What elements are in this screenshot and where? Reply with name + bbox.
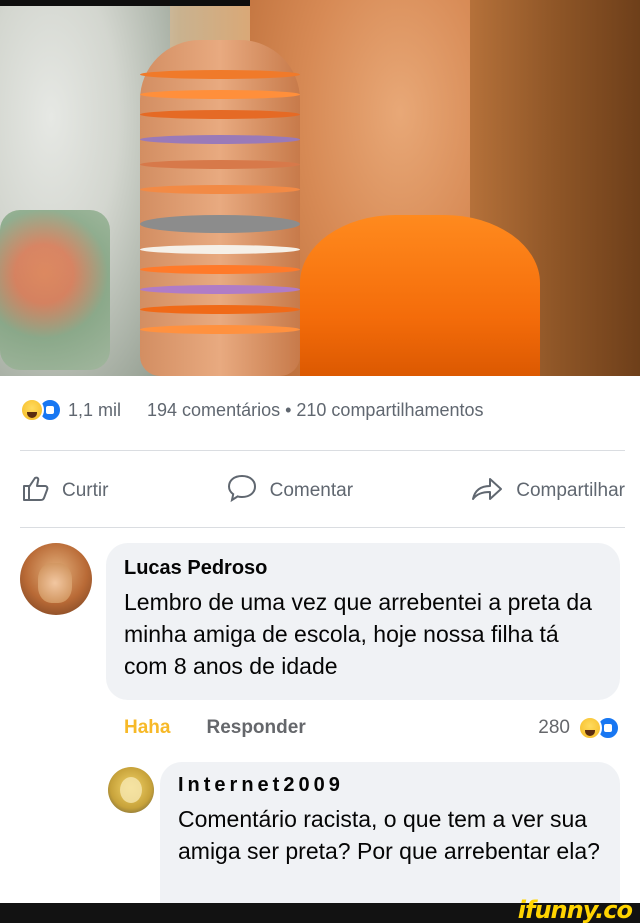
comment-reaction-count: 280 [538,717,570,738]
haha-icon [578,716,602,740]
haha-reaction-button[interactable]: Haha [124,717,170,739]
share-arrow-icon [470,473,504,509]
photo-orange-top [300,215,540,376]
comment-text: Lembro de uma vez que arrebentei a preta… [124,589,592,679]
photo-bracelet [140,90,300,99]
photo-bracelet [140,185,300,194]
photo-bracelet [140,265,300,274]
comment-label: Comentar [269,480,354,501]
avatar[interactable] [108,767,154,813]
photo-bracelet [140,305,300,314]
thumbs-up-icon [20,473,50,509]
comment-text: Comentário racista, o que tem a ver sua … [178,806,600,864]
share-button[interactable]: Compartilhar [470,473,625,509]
photo-bracelet [140,285,300,294]
like-button[interactable]: Curtir [20,473,108,509]
comment-bubble: Lucas Pedroso Lembro de uma vez que arre… [106,543,620,700]
photo-bracelet [140,110,300,119]
reaction-icons [20,398,62,422]
photo-bracelet [140,70,300,79]
comment-reactions[interactable]: 280 [538,716,620,740]
comment-author[interactable]: Lucas Pedroso [124,557,602,580]
like-label: Curtir [62,480,109,501]
divider [20,527,625,528]
photo-bracelet [140,245,300,254]
photo-decoration [0,210,110,370]
photo-bracelet [140,160,300,169]
comment-button[interactable]: Comentar [226,473,353,509]
divider [20,450,625,451]
reactions-summary[interactable]: 1,1 mil 194 comentários • 210 compartilh… [20,395,625,425]
comment-reaction-icons [578,716,620,740]
comment-author[interactable]: Internet2009 [178,774,602,797]
photo-bracelet [140,135,300,144]
photo-bracelet [140,325,300,334]
photo-metal-bracelet [140,215,300,233]
share-label: Compartilhar [516,480,625,501]
comment-bubble-icon [226,473,258,509]
post-stats[interactable]: 194 comentários • 210 compartilhamentos [147,400,483,421]
avatar[interactable] [20,543,92,615]
comment-meta: Haha Responder 280 [124,712,620,744]
post-actions: Curtir Comentar Compartilhar [20,467,625,515]
haha-icon [20,398,44,422]
post-photo[interactable] [0,0,640,376]
reply-button[interactable]: Responder [206,717,305,739]
reaction-count[interactable]: 1,1 mil [68,400,121,421]
ifunny-watermark: ifunny.co [517,896,633,923]
